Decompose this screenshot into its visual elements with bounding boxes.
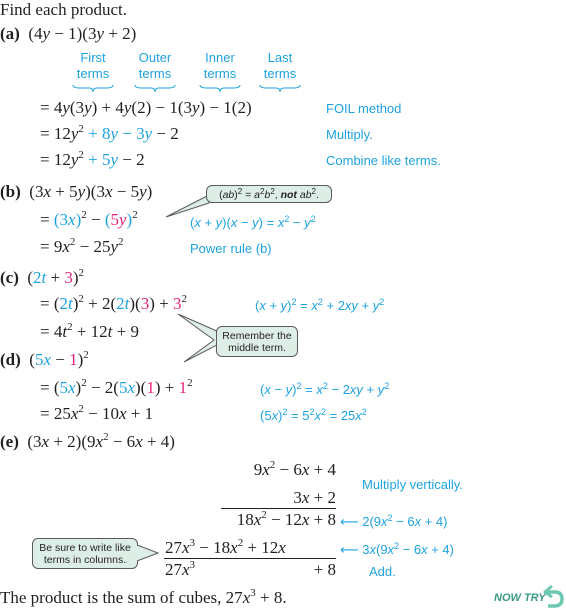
now-try-arrow-icon[interactable] [543,584,565,609]
foil-label-inner: Inner terms [203,50,237,81]
foil-label-first: First terms [76,50,110,81]
part-a-note-3: Combine like terms. [326,153,441,168]
part-a-label: (a) [0,24,20,43]
part-b-note-2: Power rule (b) [190,241,272,256]
instruction-text: Find each product. [0,0,127,19]
callout-like-terms: Be sure to write like terms in columns. [32,538,138,569]
multiply-rule [221,508,336,509]
vertical-row-5-right: + 8 [313,560,336,579]
vertical-row-3: 18x2 − 12x + 8 [236,509,336,530]
note-add: Add. [369,564,396,579]
part-b-step-2: = 9x2 − 25y2 [40,236,124,257]
part-b-label: (b) [0,182,21,201]
brace-icon [134,84,176,93]
part-c-step-1: = (2t)2 + 2(2t)(3) + 32 [40,293,187,314]
part-a-step-2: = 12y2 + 8y − 3y − 2 [40,123,179,144]
callout-middle-term: Remember the middle term. [216,326,298,357]
part-a-step-1: = 4y(3y) + 4y(2) − 1(3y) − 1(2) [40,98,252,117]
foil-label-outer: Outer terms [138,50,172,81]
part-d-step-2: = 25x2 − 10x + 1 [40,403,154,424]
part-a-problem: (a) (4y − 1)(3y + 2) [0,24,137,43]
part-d-note-2: (5x)2 = 52x2 = 25x2 [260,407,367,424]
now-try-label[interactable]: NOW TRY [494,592,546,604]
part-d-step-1: = (5x)2 − 2(5x)(1) + 12 [40,377,193,398]
note-row-3: ⟵ 2(9x2 − 6x + 4) [340,513,448,530]
part-a-note-2: Multiply. [326,127,373,142]
conclusion-text: The product is the sum of cubes, 27x3 + … [0,587,287,608]
part-b-step-1: = (3x)2 − (5y)2 [40,209,138,230]
part-c-step-2: = 4t2 + 12t + 9 [40,321,139,342]
vertical-row-1: 9x2 − 6x + 4 [253,459,336,480]
part-c-problem: (c) (2t + 3)2 [0,267,85,288]
foil-label-last: Last terms [263,50,297,81]
vertical-row-4: 27x3 − 18x2 + 12x [165,537,286,558]
note-row-4: ⟵ 3x(9x2 − 6x + 4) [340,541,454,558]
brace-icon [259,84,301,93]
part-b-note-1: (x + y)(x − y) = x2 − y2 [190,214,316,231]
part-b-problem: (b) (3x + 5y)(3x − 5y) [0,182,153,201]
callout-power-rule: (ab)2 = a2b2, not ab2. [206,185,332,203]
brace-icon [199,84,241,93]
part-e-problem: (e) (3x + 2)(9x2 − 6x + 4) [0,431,175,452]
part-d-note-1: (x − y)2 = x2 − 2xy + y2 [260,381,390,398]
part-c-note-1: (x + y)2 = x2 + 2xy + y2 [255,297,385,314]
vertical-row-2: 3x + 2 [293,488,336,507]
part-d-label: (d) [0,350,21,369]
vertical-row-5-left: 27x3 [165,559,196,580]
callout-pointer-icon [136,544,160,562]
brace-icon [72,84,114,93]
part-a-note-1: FOIL method [326,101,402,116]
part-a-step-3: = 12y2 + 5y − 2 [40,149,145,170]
part-c-label: (c) [0,268,19,287]
note-multiply-vertically: Multiply vertically. [362,477,463,492]
part-e-label: (e) [0,432,19,451]
callout-pointer-icon [177,313,220,363]
part-d-problem: (d) (5x − 1)2 [0,349,89,370]
